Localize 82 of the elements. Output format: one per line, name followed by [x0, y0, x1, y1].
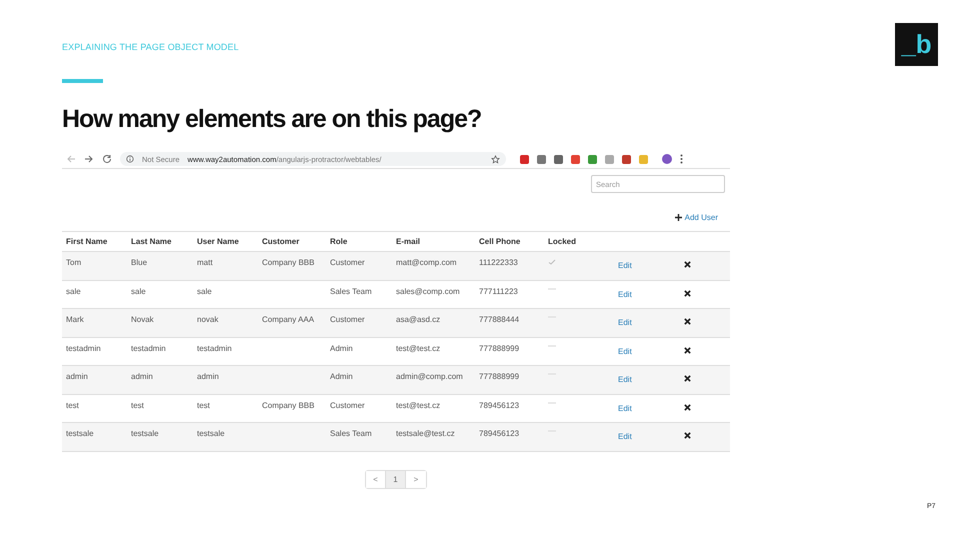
edit-link[interactable]: Edit: [618, 290, 632, 298]
table-cell-text: Customer: [330, 257, 366, 267]
column-header: Locked: [548, 237, 578, 246]
forward-icon[interactable]: [84, 154, 94, 164]
page-button[interactable]: <: [366, 470, 386, 488]
delete-icon[interactable]: [684, 261, 691, 268]
page-button[interactable]: 1: [386, 470, 406, 488]
menu-icon[interactable]: [680, 154, 683, 164]
edit-link[interactable]: Edit: [618, 375, 632, 384]
table-cell-text: Admin: [330, 371, 354, 381]
table-cell-text: matt: [197, 257, 214, 267]
table-cell-text: testsale@test.cz: [396, 428, 456, 438]
logo: _b: [895, 23, 938, 66]
edit-link[interactable]: Edit: [618, 404, 632, 412]
accent-bar: [62, 79, 103, 83]
table-cell-text: Novak: [131, 314, 155, 324]
edit-link[interactable]: Edit: [618, 432, 632, 441]
checkmark-icon[interactable]: [548, 259, 556, 265]
table-cell-text: test: [131, 400, 145, 410]
table-cell-text: test: [66, 400, 80, 410]
table-cell-text: Sales Team: [330, 286, 373, 296]
edit-link[interactable]: Edit: [618, 346, 632, 356]
table-cell-text: Admin: [330, 342, 354, 352]
slide-title: How many elements are on this page?: [62, 105, 482, 134]
plus-icon: [674, 214, 682, 221]
profile-avatar-icon[interactable]: [662, 154, 672, 164]
table-cell-text: Company BBB: [262, 257, 316, 267]
delete-icon[interactable]: [684, 375, 691, 382]
table-cell-text: admin: [66, 371, 89, 381]
delete-icon[interactable]: [684, 432, 691, 439]
edit-link[interactable]: Edit: [618, 318, 632, 327]
table-cell-text: Blue: [131, 257, 148, 267]
table-cell-text: asa@asd.cz: [396, 314, 442, 324]
column-header: Last Name: [131, 237, 172, 246]
table-cell-text: Customer: [330, 314, 366, 324]
reload-icon[interactable]: [102, 154, 112, 164]
column-header: Cell Phone: [479, 237, 522, 246]
table-cell-text: 777111223: [479, 286, 519, 296]
table-cell-text: testsale: [66, 428, 95, 438]
table-cell-text: testsale: [197, 428, 226, 438]
add-user-link[interactable]: Add User: [674, 213, 718, 222]
table-cell-text: testadmin: [197, 342, 233, 352]
table-cell-text: test: [197, 400, 211, 410]
table-cell-text: admin@comp.com: [396, 371, 464, 381]
column-header: User Name: [197, 237, 240, 246]
table-cell-text: Company AAA: [262, 314, 316, 324]
table-cell-text: sale: [131, 286, 147, 296]
delete-icon[interactable]: [684, 290, 691, 296]
table-cell-text: 111222333: [479, 257, 519, 267]
table-cell-text: matt@comp.com: [396, 257, 458, 267]
table-cell-text: Customer: [330, 400, 366, 410]
table-cell-text: test@test.cz: [396, 400, 442, 410]
column-header: First Name: [66, 237, 108, 246]
table-cell-text: testadmin: [131, 342, 167, 352]
star-icon[interactable]: [491, 154, 500, 164]
table-cell-text: sale: [197, 286, 213, 296]
delete-icon[interactable]: [684, 404, 691, 410]
table-cell-text: sale: [66, 286, 82, 296]
table-cell-text: 777888444: [479, 314, 520, 324]
table-cell-text: admin: [131, 371, 154, 381]
table-cell-text: 789456123: [479, 400, 520, 410]
table-cell-text: 777888999: [479, 342, 520, 352]
section-label: EXPLAINING THE PAGE OBJECT MODEL: [62, 42, 240, 52]
table-cell-text: 789456123: [479, 428, 520, 438]
column-header: E-mail: [396, 237, 422, 246]
table-cell-text: novak: [197, 314, 220, 324]
table-cell-text: testadmin: [66, 342, 102, 352]
table-cell-text: Tom: [66, 257, 82, 267]
column-header: Role: [330, 237, 348, 246]
table-cell-text: testsale: [131, 428, 160, 438]
delete-icon[interactable]: [684, 318, 691, 325]
edit-link[interactable]: Edit: [618, 261, 632, 270]
table-cell-text: Company BBB: [262, 400, 316, 410]
table-cell-text: Sales Team: [330, 428, 373, 438]
table-cell-text: 777888999: [479, 371, 520, 381]
table-cell-text: test@test.cz: [396, 342, 442, 352]
info-icon: [126, 155, 134, 163]
table-cell-text: sales@comp.com: [396, 286, 461, 296]
delete-icon[interactable]: [684, 346, 691, 354]
table-cell-text: admin: [197, 371, 220, 381]
column-header: Customer: [262, 237, 300, 246]
table-cell-text: Mark: [66, 314, 85, 324]
